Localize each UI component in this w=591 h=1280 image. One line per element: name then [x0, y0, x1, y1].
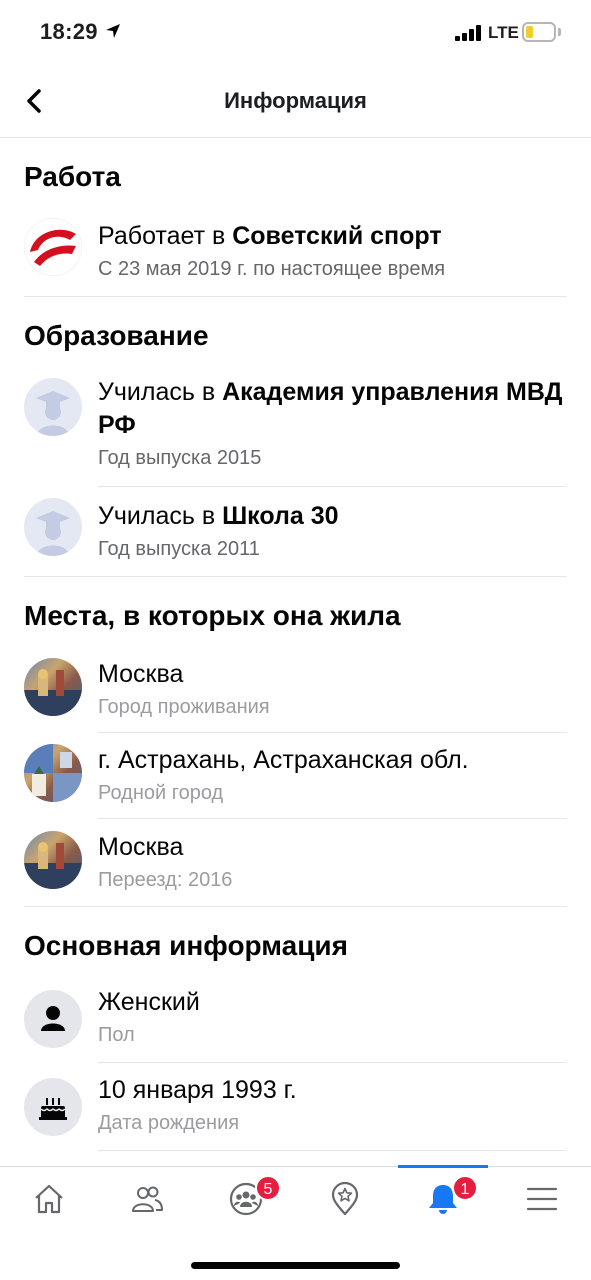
- city-photo-icon: [24, 658, 82, 716]
- education-school[interactable]: Школа 30: [222, 502, 339, 530]
- place-item[interactable]: Москва Город проживания: [24, 658, 567, 732]
- education-title: Училась в Академия управления МВД РФ: [98, 376, 567, 442]
- work-company[interactable]: Советский спорт: [232, 222, 441, 250]
- battery-level: [526, 26, 533, 38]
- place-name: Москва: [98, 660, 184, 688]
- gender-label: Пол: [98, 1024, 135, 1046]
- battery-nub: [558, 28, 561, 36]
- city-photo-icon: [24, 831, 82, 889]
- page-title: Информация: [224, 88, 367, 113]
- tab-menu[interactable]: [493, 1167, 591, 1237]
- divider: [24, 576, 567, 577]
- divider: [98, 818, 567, 819]
- divider: [24, 906, 567, 907]
- divider: [98, 732, 567, 733]
- tab-groups[interactable]: 5: [197, 1167, 295, 1237]
- tab-friends[interactable]: [98, 1167, 196, 1237]
- menu-icon: [526, 1187, 558, 1211]
- groups-badge: 5: [255, 1175, 281, 1201]
- status-bar: 18:29 LTE: [0, 0, 591, 64]
- home-icon: [35, 1184, 63, 1214]
- education-year: Год выпуска 2015: [98, 447, 262, 469]
- nav-header: Информация: [0, 64, 591, 138]
- friends-icon: [132, 1186, 163, 1212]
- battery-icon: [522, 22, 556, 42]
- section-title-basic: Основная информация: [24, 930, 348, 961]
- section-title-places: Места, в которых она жила: [24, 600, 401, 631]
- network-type: LTE: [488, 23, 519, 42]
- graduation-cap-icon: [24, 498, 82, 556]
- divider: [98, 1062, 567, 1063]
- divider: [98, 486, 567, 487]
- signal-icon: [455, 25, 485, 41]
- birthday-value: 10 января 1993 г.: [98, 1076, 297, 1104]
- place-name: Москва: [98, 833, 184, 861]
- place-type: Родной город: [98, 782, 224, 804]
- place-type: Переезд: 2016: [98, 869, 233, 891]
- divider: [98, 1150, 567, 1151]
- tab-places[interactable]: [296, 1167, 394, 1237]
- work-title: Работает в Советский спорт: [98, 220, 567, 253]
- status-time: 18:29: [40, 19, 98, 44]
- place-item[interactable]: г. Астрахань, Астраханская обл. Родной г…: [24, 744, 567, 818]
- basic-info-item: Женский Пол: [24, 986, 567, 1062]
- education-item[interactable]: Училась в Школа 30 Год выпуска 2011: [24, 498, 567, 576]
- education-year: Год выпуска 2011: [98, 538, 260, 560]
- work-period: С 23 мая 2019 г. по настоящее время: [98, 258, 446, 280]
- graduation-cap-icon: [24, 378, 82, 436]
- tab-notifications[interactable]: 1: [394, 1167, 492, 1237]
- education-prefix: Училась в: [98, 502, 223, 530]
- city-photo-icon: [24, 744, 82, 802]
- place-item[interactable]: Москва Переезд: 2016: [24, 831, 567, 905]
- person-icon: [24, 990, 82, 1048]
- notifications-badge: 1: [452, 1175, 478, 1201]
- birthday-cake-icon: [24, 1078, 82, 1136]
- education-title: Училась в Школа 30: [98, 500, 567, 533]
- education-item[interactable]: Училась в Академия управления МВД РФ Год…: [24, 376, 567, 486]
- tab-home[interactable]: [0, 1167, 98, 1237]
- work-item[interactable]: Работает в Советский спорт С 23 мая 2019…: [24, 218, 567, 296]
- home-indicator[interactable]: [191, 1262, 400, 1269]
- work-prefix: Работает в: [98, 222, 233, 250]
- location-arrow-icon: [106, 24, 120, 38]
- birthday-label: Дата рождения: [98, 1112, 240, 1134]
- section-title-education: Образование: [24, 320, 209, 351]
- location-star-icon: [331, 1181, 359, 1216]
- gender-value: Женский: [98, 988, 200, 1016]
- basic-info-item: 10 января 1993 г. Дата рождения: [24, 1074, 567, 1150]
- education-prefix: Училась в: [98, 378, 223, 406]
- place-type: Город проживания: [98, 696, 270, 718]
- divider: [24, 296, 567, 297]
- company-logo-icon: [24, 218, 82, 276]
- place-name: г. Астрахань, Астраханская обл.: [98, 746, 469, 774]
- about-content: Работа Работает в Советский спорт С 23 м…: [0, 138, 591, 1166]
- section-title-work: Работа: [24, 161, 121, 192]
